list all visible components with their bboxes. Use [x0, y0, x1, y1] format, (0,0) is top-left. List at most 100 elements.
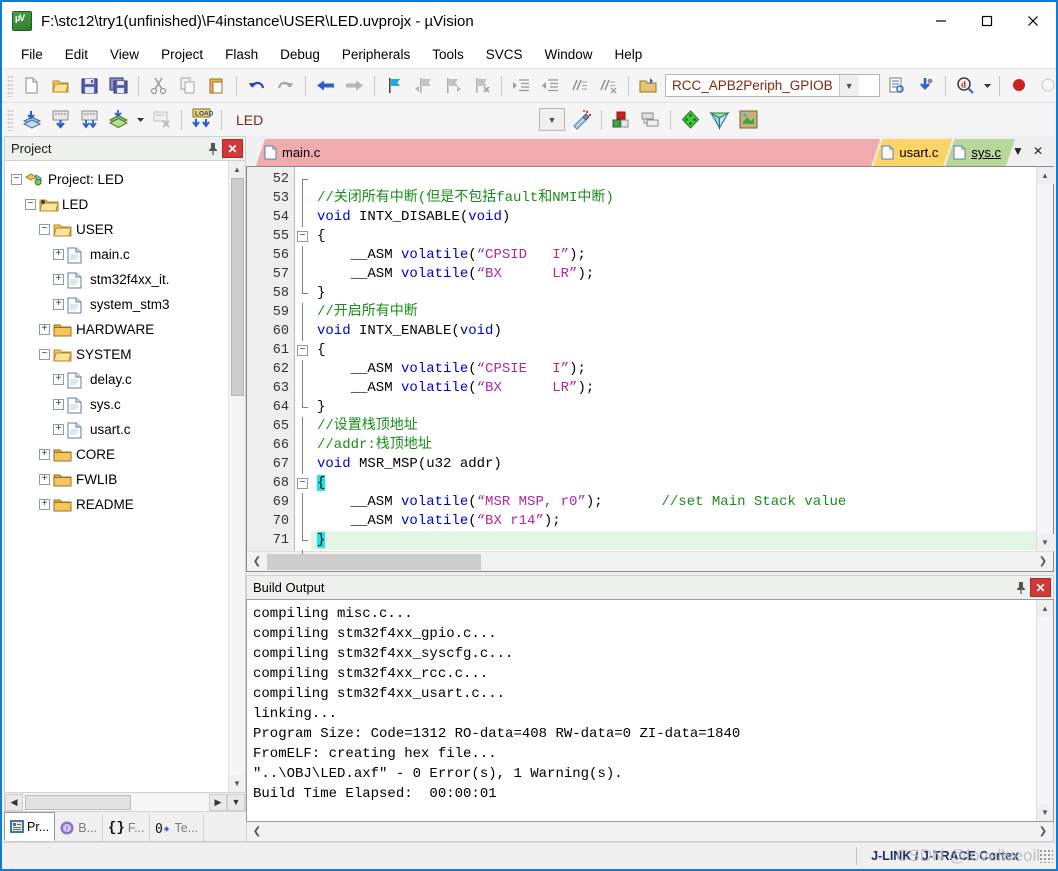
copy-icon[interactable]: [173, 72, 202, 100]
code-line[interactable]: //开启所有中断: [311, 303, 1036, 322]
svcs-icon[interactable]: [734, 106, 763, 134]
scroll-left-arrow[interactable]: ◀: [5, 793, 23, 811]
toolbar-grip[interactable]: [7, 74, 14, 97]
code-line[interactable]: {: [311, 227, 1036, 246]
scroll-right-arrow[interactable]: ❯: [1033, 553, 1053, 571]
outdent-icon[interactable]: [536, 72, 565, 100]
tree-node-system[interactable]: − SYSTEM: [11, 342, 228, 367]
translate-icon[interactable]: [17, 106, 46, 134]
cut-icon[interactable]: [144, 72, 173, 100]
code-line[interactable]: __ASM volatile(“CPSIE I”);: [311, 360, 1036, 379]
tree-expander[interactable]: +: [39, 324, 50, 335]
hscroll-thumb[interactable]: [25, 794, 131, 810]
code-line[interactable]: __ASM volatile(“BX LR”);: [311, 265, 1036, 284]
code-line[interactable]: __ASM volatile(“BX r14”);: [311, 512, 1036, 531]
close-button[interactable]: [1010, 2, 1056, 40]
bookmark-prev-icon[interactable]: [409, 72, 438, 100]
download-icon[interactable]: LOAD: [187, 106, 216, 134]
tree-expander[interactable]: +: [53, 249, 64, 260]
code-line[interactable]: {: [311, 474, 1036, 493]
tree-node-main-c[interactable]: + main.c: [11, 242, 228, 267]
build-hscrollbar[interactable]: ❮ ❯: [246, 822, 1054, 842]
code-line[interactable]: __ASM volatile(“MSR MSP, r0”); //set Mai…: [311, 493, 1036, 512]
redo-icon[interactable]: [271, 72, 300, 100]
batch-build-dropdown-icon[interactable]: [133, 106, 147, 134]
navigate-forward-icon[interactable]: [340, 72, 369, 100]
uncomment-icon[interactable]: [594, 72, 623, 100]
tree-node-usart-c[interactable]: + usart.c: [11, 417, 228, 442]
code-line[interactable]: //设置栈顶地址: [311, 417, 1036, 436]
code-vscrollbar[interactable]: ▲ ▼: [1036, 167, 1054, 551]
code-line[interactable]: void INTX_ENABLE(void): [311, 322, 1036, 341]
scroll-right-arrow[interactable]: ❯: [1033, 823, 1053, 841]
tree-node-sys-c[interactable]: + sys.c: [11, 392, 228, 417]
code-line[interactable]: __ASM volatile(“CPSID I”);: [311, 246, 1036, 265]
code-text[interactable]: //关闭所有中断(但是不包括fault和NMI中断) void INTX_DISA…: [311, 167, 1036, 551]
scroll-up-arrow[interactable]: ▲: [1036, 600, 1053, 617]
tree-expander[interactable]: +: [39, 449, 50, 460]
code-line[interactable]: [311, 170, 1036, 189]
tree-expander[interactable]: +: [39, 474, 50, 485]
bookmark-next-icon[interactable]: [438, 72, 467, 100]
code-line[interactable]: void MSR_MSP(u32 addr): [311, 455, 1036, 474]
tree-node-hardware[interactable]: + HARDWARE: [11, 317, 228, 342]
scroll-down-arrow[interactable]: ▼: [227, 793, 245, 811]
menu-file[interactable]: File: [10, 43, 54, 66]
batch-build-icon[interactable]: [104, 106, 133, 134]
bookmark-toggle-icon[interactable]: [380, 72, 409, 100]
fold-collapse-box[interactable]: −: [297, 345, 308, 356]
chevron-down-icon[interactable]: ▼: [838, 75, 859, 96]
close-icon[interactable]: ✕: [222, 139, 243, 158]
navigate-backward-icon[interactable]: [311, 72, 340, 100]
tree-expander[interactable]: +: [53, 399, 64, 410]
new-file-icon[interactable]: [17, 72, 46, 100]
tree-node-user[interactable]: − USER: [11, 217, 228, 242]
scroll-left-arrow[interactable]: ❮: [247, 823, 267, 841]
resize-grip[interactable]: [1039, 849, 1053, 863]
hscroll-track[interactable]: [23, 793, 209, 811]
target-select-dropdown[interactable]: ▼: [539, 108, 565, 131]
menu-view[interactable]: View: [99, 43, 150, 66]
editor-tab-usart-c[interactable]: usart.c: [873, 139, 952, 166]
tab-templates[interactable]: 0 Te...: [150, 814, 205, 841]
build-vscrollbar[interactable]: ▲ ▼: [1036, 600, 1053, 821]
menu-debug[interactable]: Debug: [269, 43, 331, 66]
fold-collapse-box[interactable]: −: [297, 478, 308, 489]
fold-collapse-box[interactable]: −: [297, 231, 308, 242]
open-file-icon[interactable]: [46, 72, 75, 100]
scroll-down-arrow[interactable]: ▼: [1036, 804, 1053, 821]
fold-marker[interactable]: −: [295, 341, 311, 360]
code-line[interactable]: __ASM volatile(“BX LR”);: [311, 379, 1036, 398]
close-icon[interactable]: ✕: [1028, 144, 1048, 158]
toolbar-grip[interactable]: [7, 108, 14, 131]
record-icon[interactable]: [1005, 72, 1034, 100]
code-line[interactable]: void INTX_DISABLE(void): [311, 208, 1036, 227]
menu-help[interactable]: Help: [604, 43, 654, 66]
tab-books[interactable]: ? B...: [55, 814, 103, 841]
code-line[interactable]: }: [311, 531, 1036, 550]
multi-project-icon[interactable]: [636, 106, 665, 134]
tree-expander[interactable]: +: [53, 274, 64, 285]
pin-icon[interactable]: [204, 140, 222, 158]
target-options-icon[interactable]: [567, 106, 596, 134]
find-combo[interactable]: RCC_APB2Periph_GPIOB ▼: [665, 74, 880, 97]
hscroll-track[interactable]: [267, 823, 1033, 841]
tree-expander[interactable]: +: [39, 499, 50, 510]
editor-tab-main-c[interactable]: main.c: [256, 139, 880, 166]
save-icon[interactable]: [75, 72, 104, 100]
maximize-button[interactable]: [964, 2, 1010, 40]
menu-svcs[interactable]: SVCS: [475, 43, 534, 66]
debug-dropdown-icon[interactable]: [980, 72, 994, 100]
pack-installer-icon[interactable]: [676, 106, 705, 134]
project-tree-vscrollbar[interactable]: ▲ ▼: [228, 161, 245, 792]
tree-expander[interactable]: −: [11, 174, 22, 185]
indent-icon[interactable]: [507, 72, 536, 100]
close-icon[interactable]: ✕: [1030, 578, 1051, 597]
debug-query-icon[interactable]: d: [951, 72, 980, 100]
menu-edit[interactable]: Edit: [54, 43, 99, 66]
fold-marker[interactable]: −: [295, 227, 311, 246]
rebuild-icon[interactable]: [75, 106, 104, 134]
fold-marker[interactable]: −: [295, 474, 311, 493]
build-output-text[interactable]: compiling misc.c... compiling stm32f4xx_g…: [247, 600, 1036, 821]
tree-expander[interactable]: +: [53, 374, 64, 385]
